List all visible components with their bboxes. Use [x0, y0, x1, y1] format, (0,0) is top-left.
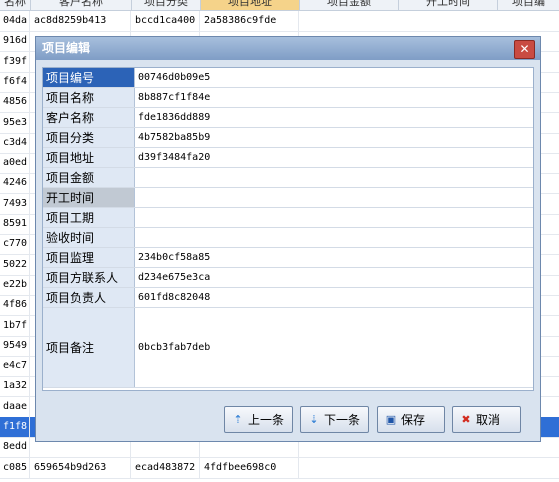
field-label: 开工时间 — [43, 188, 135, 207]
grid-cell: 916d — [0, 31, 30, 52]
form-row: 项目负责人 601fd8c82048 — [43, 288, 533, 308]
save-label: 保存 — [401, 413, 426, 427]
field-label: 项目金额 — [43, 168, 135, 187]
form-row: 项目金额 — [43, 168, 533, 188]
field-value-input[interactable]: 601fd8c82048 — [135, 288, 533, 307]
grid-cell: 1b7f — [0, 315, 30, 336]
field-value-input[interactable]: 234b0cf58a85 — [135, 248, 533, 267]
field-label: 项目方联系人 — [43, 268, 135, 287]
grid-cell: 9549 — [0, 335, 30, 356]
field-label: 项目工期 — [43, 208, 135, 227]
form-row: 项目编号 00746d0b09e5 — [43, 68, 533, 88]
grid-cell: daae — [0, 396, 30, 417]
grid-row[interactable]: 04da ac8d8259b413 bccd1ca400 2a58386c9fde — [0, 11, 559, 32]
form-row: 项目工期 — [43, 208, 533, 228]
grid-cell: f1f8 — [0, 417, 30, 437]
field-value-input[interactable]: 0bcb3fab7deb — [135, 308, 533, 387]
next-record-button[interactable]: ⇣ 下一条 — [300, 406, 369, 433]
field-label: 项目分类 — [43, 128, 135, 147]
grid-cell: 5022 — [0, 254, 30, 275]
grid-cell: c770 — [0, 234, 30, 255]
field-value-input[interactable] — [135, 168, 533, 187]
field-value-input[interactable] — [135, 228, 533, 247]
grid-cell: ac8d8259b413 — [31, 11, 131, 31]
grid-cell: c3d4 — [0, 132, 30, 153]
grid-header-cell[interactable]: 项目金额 — [300, 0, 399, 10]
form-row: 项目备注 0bcb3fab7deb — [43, 308, 533, 388]
next-record-label: 下一条 — [324, 413, 361, 427]
field-label: 项目编号 — [43, 68, 135, 87]
grid-cell: 4246 — [0, 173, 30, 194]
field-label: 项目负责人 — [43, 288, 135, 307]
next-record-icon: ⇣ — [309, 412, 319, 426]
grid-row[interactable]: c085 659654b9d263 ecad483872 4fdfbee698c0 — [0, 457, 559, 479]
grid-cell: c085 — [0, 457, 30, 478]
grid-cell: 7493 — [0, 193, 30, 214]
field-value-input[interactable] — [135, 208, 533, 227]
grid-cell: ecad483872 — [132, 457, 200, 478]
grid-cell: 4f86 — [0, 295, 30, 316]
form-row: 验收时间 — [43, 228, 533, 248]
grid-cell: 4856 — [0, 92, 30, 113]
form-row: 客户名称 fde1836dd889 — [43, 108, 533, 128]
grid-cell: 04da — [0, 11, 30, 31]
form-row: 项目监理 234b0cf58a85 — [43, 248, 533, 268]
cancel-x-icon: ✖ — [461, 412, 471, 426]
field-value-input[interactable]: 00746d0b09e5 — [135, 68, 533, 87]
grid-cell: 659654b9d263 — [31, 457, 131, 478]
grid-cell: 95e3 — [0, 112, 30, 133]
grid-cell: 1a32 — [0, 376, 30, 397]
grid-cell: bccd1ca400 — [132, 11, 200, 31]
cancel-label: 取消 — [476, 413, 501, 427]
grid-cell: a0ed — [0, 153, 30, 174]
prev-record-icon: ⇡ — [233, 412, 243, 426]
grid-cell: e4c7 — [0, 356, 30, 377]
field-label: 客户名称 — [43, 108, 135, 127]
grid-header: 名称 客户名称 项目分类 项目地址 项目金额 开工时间 项目编 — [0, 0, 559, 11]
field-label: 项目地址 — [43, 148, 135, 167]
close-button[interactable]: ✕ — [514, 40, 535, 59]
field-label: 项目名称 — [43, 88, 135, 107]
form-row: 开工时间 — [43, 188, 533, 208]
form-row: 项目名称 8b887cf1f84e — [43, 88, 533, 108]
grid-cell: f6f4 — [0, 71, 30, 92]
grid-cell: 8edd — [0, 437, 30, 458]
field-value-input[interactable]: d234e675e3ca — [135, 268, 533, 287]
form-area: 项目编号 00746d0b09e5 项目名称 8b887cf1f84e 客户名称 fde1… — [42, 67, 534, 391]
field-label: 项目备注 — [43, 308, 135, 387]
field-label: 验收时间 — [43, 228, 135, 247]
form-row: 项目地址 d39f3484fa20 — [43, 148, 533, 168]
close-icon: ✕ — [519, 42, 530, 56]
grid-cell: 4fdfbee698c0 — [201, 457, 299, 478]
grid-cell: f39f — [0, 51, 30, 72]
grid-header-cell[interactable]: 名称 — [0, 0, 31, 10]
save-disk-icon: ▣ — [385, 412, 397, 426]
field-value-input[interactable]: d39f3484fa20 — [135, 148, 533, 167]
grid-cell: 8591 — [0, 214, 30, 234]
field-value-input[interactable]: 4b7582ba85b9 — [135, 128, 533, 147]
dialog-title: 项目编辑 — [42, 41, 91, 55]
dialog-titlebar[interactable]: 项目编辑 ✕ — [36, 37, 540, 60]
form-row: 项目分类 4b7582ba85b9 — [43, 128, 533, 148]
field-value-input[interactable]: 8b887cf1f84e — [135, 88, 533, 107]
grid-header-cell[interactable]: 开工时间 — [399, 0, 498, 10]
field-label: 项目监理 — [43, 248, 135, 267]
grid-cell: e22b — [0, 274, 30, 295]
prev-record-label: 上一条 — [248, 413, 285, 427]
form-row: 项目方联系人 d234e675e3ca — [43, 268, 533, 288]
field-value-input[interactable] — [135, 188, 533, 207]
grid-header-cell[interactable]: 项目编 — [498, 0, 559, 10]
grid-cell: 2a58386c9fde — [201, 11, 299, 31]
field-value-input[interactable]: fde1836dd889 — [135, 108, 533, 127]
save-button[interactable]: ▣ 保存 — [377, 406, 445, 433]
grid-header-cell-active[interactable]: 项目地址 — [201, 0, 300, 10]
prev-record-button[interactable]: ⇡ 上一条 — [224, 406, 293, 433]
grid-header-cell[interactable]: 客户名称 — [31, 0, 132, 10]
grid-header-cell[interactable]: 项目分类 — [132, 0, 201, 10]
cancel-button[interactable]: ✖ 取消 — [452, 406, 521, 433]
project-edit-dialog: 项目编辑 ✕ 项目编号 00746d0b09e5 项目名称 8b887cf1f84e 客… — [35, 36, 541, 442]
